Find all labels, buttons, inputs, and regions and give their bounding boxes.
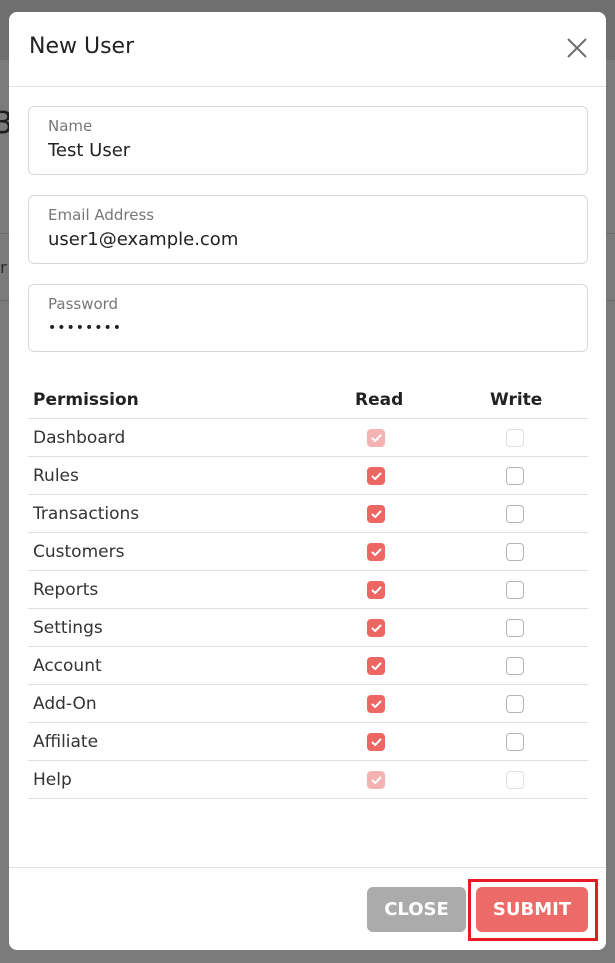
permissions-header-row: Permission Read Write (28, 381, 588, 419)
permission-row: Settings (28, 609, 588, 647)
write-checkbox (506, 429, 524, 447)
write-checkbox[interactable] (506, 581, 524, 599)
password-label: Password (48, 295, 119, 313)
email-input[interactable] (48, 229, 568, 250)
read-checkbox[interactable] (367, 657, 385, 675)
permission-row: Rules (28, 457, 588, 495)
permission-row: Transactions (28, 495, 588, 533)
permission-name: Account (33, 656, 102, 676)
permission-name: Transactions (33, 504, 140, 524)
write-checkbox[interactable] (506, 695, 524, 713)
write-checkbox[interactable] (506, 619, 524, 637)
name-field[interactable]: Name (28, 106, 588, 175)
permission-row: Add-On (28, 685, 588, 723)
modal-footer: CLOSE SUBMIT (9, 867, 606, 950)
permission-row: Dashboard (28, 419, 588, 457)
close-button[interactable]: CLOSE (367, 887, 466, 932)
read-checkbox (367, 771, 385, 789)
email-field[interactable]: Email Address (28, 195, 588, 264)
email-label: Email Address (48, 206, 155, 224)
permission-name: Add-On (33, 694, 97, 714)
permission-row: Account (28, 647, 588, 685)
password-field[interactable]: Password (28, 284, 588, 352)
close-x-icon[interactable] (565, 36, 589, 60)
write-checkbox[interactable] (506, 733, 524, 751)
permission-name: Affiliate (33, 732, 99, 752)
read-checkbox[interactable] (367, 467, 385, 485)
permission-name: Dashboard (33, 428, 126, 448)
permission-name: Rules (33, 466, 79, 486)
permission-name: Customers (33, 542, 125, 562)
read-checkbox[interactable] (367, 733, 385, 751)
new-user-modal: New User Name Email Address Password Per… (9, 12, 606, 950)
permission-name: Reports (33, 580, 99, 600)
name-label: Name (48, 117, 93, 135)
permission-row: Customers (28, 533, 588, 571)
permission-row: Help (28, 761, 588, 799)
write-checkbox[interactable] (506, 543, 524, 561)
read-checkbox[interactable] (367, 505, 385, 523)
permission-row: Reports (28, 571, 588, 609)
read-checkbox[interactable] (367, 619, 385, 637)
header-write: Write (490, 390, 543, 410)
modal-title: New User (29, 34, 135, 59)
read-checkbox[interactable] (367, 581, 385, 599)
read-checkbox[interactable] (367, 695, 385, 713)
name-input[interactable] (48, 140, 568, 161)
header-read: Read (355, 390, 404, 410)
submit-button[interactable]: SUBMIT (476, 887, 588, 932)
modal-header: New User (9, 12, 606, 87)
background-text: gr (0, 258, 7, 277)
header-permission: Permission (33, 390, 139, 410)
password-input[interactable] (48, 320, 568, 336)
permission-row: Affiliate (28, 723, 588, 761)
write-checkbox (506, 771, 524, 789)
permission-name: Help (33, 770, 72, 790)
read-checkbox (367, 429, 385, 447)
permission-name: Settings (33, 618, 103, 638)
write-checkbox[interactable] (506, 657, 524, 675)
read-checkbox[interactable] (367, 543, 385, 561)
write-checkbox[interactable] (506, 467, 524, 485)
write-checkbox[interactable] (506, 505, 524, 523)
permissions-table: Permission Read Write Dashboard Rules Tran… (28, 381, 588, 799)
